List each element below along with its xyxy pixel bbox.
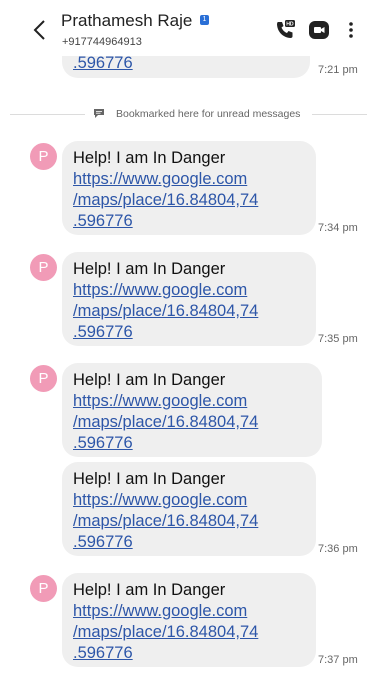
svg-text:HD: HD — [286, 22, 294, 28]
bookmark-icon — [94, 109, 104, 118]
contact-number: +917744964913 — [62, 36, 142, 48]
video-call-icon[interactable] — [308, 19, 330, 41]
map-link[interactable]: https://www.google.com — [73, 169, 247, 190]
message-time: 7:21 pm — [318, 64, 358, 76]
map-link[interactable]: /maps/place/16.84804,74 — [73, 190, 258, 211]
message-bubble[interactable]: Help! I am In Danger https://www.google.… — [62, 252, 316, 346]
message-time: 7:36 pm — [318, 543, 358, 555]
map-link[interactable]: .596776 — [73, 532, 133, 553]
map-link[interactable]: /maps/place/16.84804,74 — [73, 511, 258, 532]
map-link[interactable]: /maps/place/16.84804,74 — [73, 622, 258, 643]
divider-line — [312, 114, 367, 115]
divider-line — [10, 114, 85, 115]
conversation-header: Prathamesh Raje 1 +917744964913 HD — [0, 0, 371, 56]
map-link[interactable]: .596776 — [73, 211, 133, 232]
message-text: Help! I am In Danger — [73, 470, 226, 488]
avatar[interactable]: P — [30, 365, 57, 392]
map-link[interactable]: /maps/place/16.84804,74 — [73, 301, 258, 322]
message-bubble[interactable]: Help! I am In Danger https://www.google.… — [62, 573, 316, 667]
message-text: Help! I am In Danger — [73, 260, 226, 278]
map-link[interactable]: https://www.google.com — [73, 280, 247, 301]
unread-marker-label: Bookmarked here for unread messages — [116, 108, 301, 120]
map-link[interactable]: https://www.google.com — [73, 391, 247, 412]
more-vertical-icon[interactable] — [346, 19, 356, 41]
message-text: Help! I am In Danger — [73, 581, 226, 599]
map-link[interactable]: .596776 — [73, 53, 133, 74]
message-time: 7:37 pm — [318, 654, 358, 666]
chevron-left-icon[interactable] — [30, 18, 50, 42]
message-bubble[interactable]: Help! I am In Danger https://www.google.… — [62, 141, 316, 235]
message-time: 7:35 pm — [318, 333, 358, 345]
avatar[interactable]: P — [30, 575, 57, 602]
message-text: Help! I am In Danger — [73, 371, 226, 389]
contact-name[interactable]: Prathamesh Raje — [61, 11, 192, 31]
message-text: Help! I am In Danger — [73, 149, 226, 167]
avatar[interactable]: P — [30, 143, 57, 170]
avatar[interactable]: P — [30, 254, 57, 281]
message-bubble[interactable]: Help! I am In Danger https://www.google.… — [62, 462, 316, 556]
map-link[interactable]: /maps/place/16.84804,74 — [73, 412, 258, 433]
map-link[interactable]: https://www.google.com — [73, 490, 247, 511]
sim-badge: 1 — [200, 15, 209, 25]
map-link[interactable]: .596776 — [73, 322, 133, 343]
message-time: 7:34 pm — [318, 222, 358, 234]
hd-call-icon[interactable]: HD — [274, 19, 296, 41]
map-link[interactable]: .596776 — [73, 643, 133, 664]
message-bubble[interactable]: Help! I am In Danger https://www.google.… — [62, 363, 322, 457]
map-link[interactable]: .596776 — [73, 433, 133, 454]
map-link[interactable]: https://www.google.com — [73, 601, 247, 622]
